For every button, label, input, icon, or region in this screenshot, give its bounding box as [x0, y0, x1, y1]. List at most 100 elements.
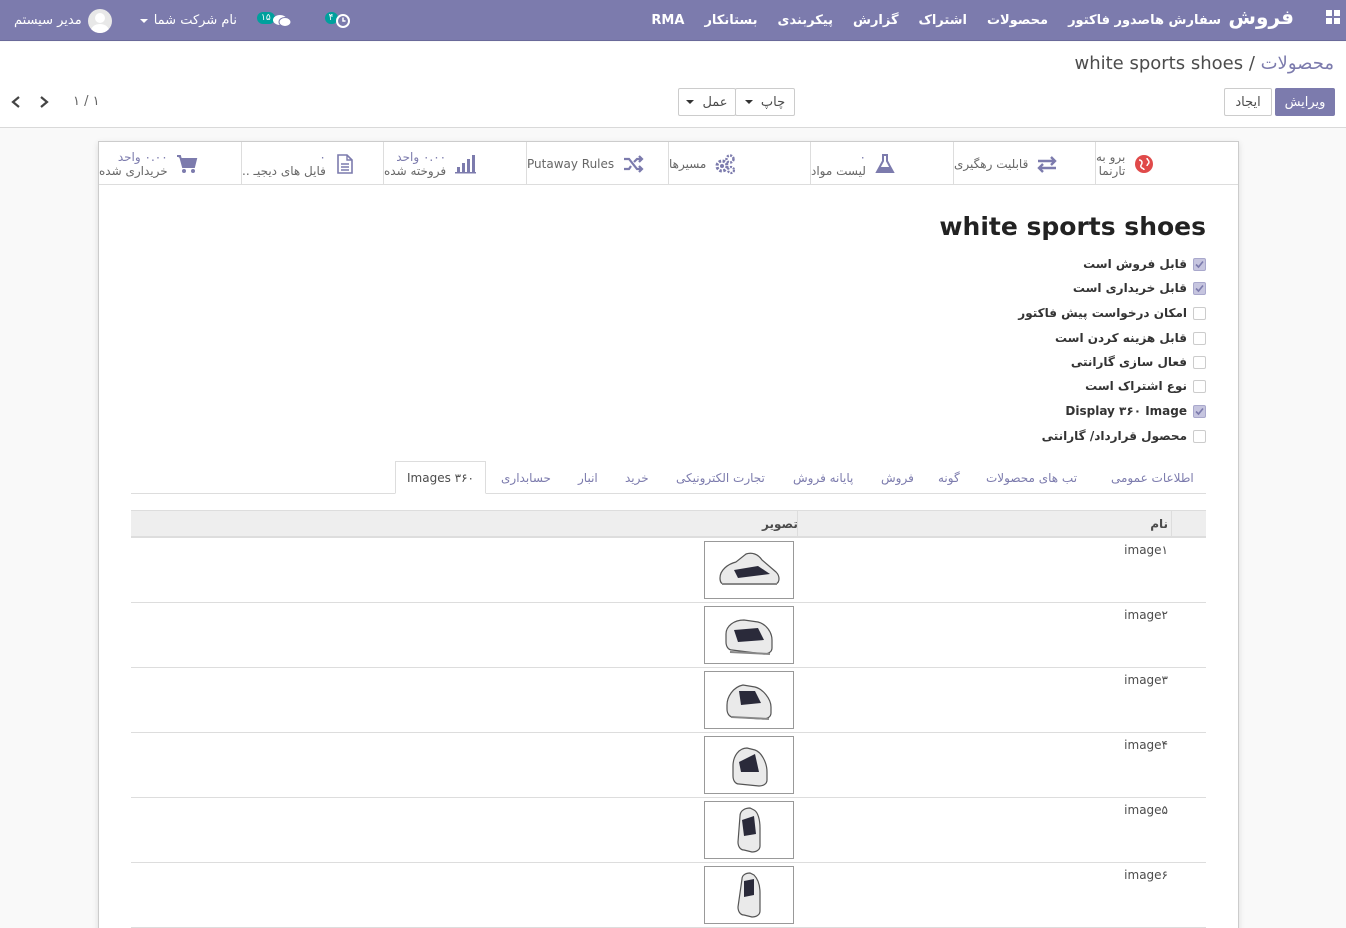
- routes-smart-button[interactable]: مسیرها: [668, 142, 810, 185]
- can-be-expensed-checkbox[interactable]: [1193, 331, 1206, 345]
- main-menu: سفارش ها صدور فاکتور محصولات اشتراک گزار…: [631, 0, 1221, 41]
- edit-button[interactable]: ویرایش: [1275, 88, 1335, 116]
- purchased-label: خریداری شده: [99, 163, 168, 178]
- breadcrumb-current: white sports shoes: [1074, 53, 1244, 74]
- activity-menu[interactable]: ۴: [324, 11, 350, 30]
- messaging-menu[interactable]: ۱۵: [256, 11, 291, 30]
- table-header: نام تصویر: [131, 510, 1206, 538]
- tab-images-360[interactable]: Images ۳۶۰: [395, 461, 486, 494]
- option-warranty-activation: فعال سازی گارانتی: [1071, 352, 1206, 372]
- display-360-image-label: Display ۳۶۰ Image: [1065, 404, 1187, 418]
- quotation-request-checkbox[interactable]: [1193, 306, 1206, 320]
- table-row[interactable]: image۴: [131, 733, 1206, 798]
- routes-label: مسیرها: [669, 156, 707, 171]
- contract-warranty-checkbox[interactable]: [1193, 429, 1206, 443]
- breadcrumb-products-link[interactable]: محصولات: [1261, 53, 1334, 74]
- row-name: image۵: [1124, 803, 1168, 817]
- breadcrumb: محصولات / white sports shoes: [1074, 53, 1334, 74]
- menu-rma[interactable]: RMA: [651, 13, 684, 28]
- print-label: چاپ: [760, 94, 786, 110]
- display-360-image-checkbox[interactable]: [1193, 404, 1206, 418]
- row-name: image۲: [1124, 608, 1168, 622]
- shoe-thumbnail: [704, 541, 794, 599]
- cart-icon: [176, 153, 198, 175]
- product-name[interactable]: white sports shoes: [939, 212, 1206, 241]
- can-be-expensed-label: قابل هزینه کردن است: [1054, 331, 1187, 345]
- shoe-thumbnail: [704, 866, 794, 924]
- table-row[interactable]: image۲: [131, 603, 1206, 668]
- digital-files-count: ۰: [319, 149, 326, 164]
- tab-point-of-sale[interactable]: پایانه فروش: [793, 461, 853, 494]
- cogs-icon: [714, 153, 736, 175]
- sale-ok-checkbox[interactable]: [1193, 257, 1206, 271]
- pager-previous-icon[interactable]: [9, 94, 23, 110]
- smart-button-box: برو به تارنما قابلیت رهگیری ۰ لیست مواد مس…: [99, 142, 1238, 185]
- option-subscription-type: نوع اشتراک است: [1085, 376, 1206, 396]
- bar-chart-icon: [454, 153, 477, 175]
- sold-value: ۰.۰۰ واحد: [396, 149, 447, 164]
- menu-orders[interactable]: سفارش ها: [1150, 13, 1221, 28]
- comments-icon: [272, 14, 291, 28]
- shoe-thumbnail: [704, 736, 794, 794]
- menu-credit[interactable]: بستانکار: [704, 13, 757, 28]
- tab-ecommerce[interactable]: تجارت الکترونیکی: [676, 461, 765, 494]
- menu-reporting[interactable]: گزارش: [853, 13, 899, 28]
- column-header-name[interactable]: نام: [1150, 517, 1168, 531]
- option-can-be-expensed: قابل هزینه کردن است: [1055, 328, 1206, 348]
- apps-menu-icon[interactable]: [1326, 10, 1340, 24]
- menu-invoicing[interactable]: صدور فاکتور: [1068, 13, 1150, 28]
- tab-product-tabs[interactable]: تب های محصولات: [986, 461, 1077, 494]
- purchased-smart-button[interactable]: ۰.۰۰ واحد خریداری شده: [99, 142, 241, 185]
- row-name: image۱: [1124, 543, 1168, 557]
- warranty-activation-checkbox[interactable]: [1193, 355, 1206, 369]
- tab-general-info[interactable]: اطلاعات عمومی: [1111, 461, 1194, 494]
- option-display-360-image: Display ۳۶۰ Image: [1065, 401, 1206, 421]
- table-row[interactable]: image۵: [131, 798, 1206, 863]
- random-icon: [622, 153, 644, 175]
- user-avatar[interactable]: [87, 8, 112, 33]
- tab-inventory[interactable]: انبار: [578, 461, 598, 494]
- subscription-type-checkbox[interactable]: [1193, 379, 1206, 393]
- column-divider: [797, 511, 798, 537]
- action-dropdown[interactable]: عمل: [678, 88, 736, 116]
- tab-variants[interactable]: گونه: [938, 461, 960, 494]
- website-smart-button[interactable]: برو به تارنما: [1095, 142, 1238, 185]
- chevron-down-icon: [139, 18, 148, 23]
- column-header-image[interactable]: تصویر: [762, 517, 798, 531]
- company-switcher[interactable]: نام شرکت شما: [139, 13, 237, 28]
- purchase-ok-checkbox[interactable]: [1193, 281, 1206, 295]
- option-purchase-ok: قابل خریداری است: [1073, 278, 1206, 298]
- print-dropdown[interactable]: چاپ: [735, 88, 795, 116]
- putaway-rules-smart-button[interactable]: Putaway Rules: [526, 142, 668, 185]
- table-row[interactable]: image۶: [131, 863, 1206, 928]
- digital-files-smart-button[interactable]: ۰ فایل های دیجیـ ..: [241, 142, 383, 185]
- contract-warranty-label: محصول قرارداد/ گارانتی: [1041, 429, 1187, 443]
- notebook-tabs: اطلاعات عمومی تب های محصولات گونه فروش پ…: [131, 461, 1206, 494]
- shoe-thumbnail: [704, 801, 794, 859]
- tab-sales[interactable]: فروش: [881, 461, 914, 494]
- clock-icon: [335, 13, 350, 28]
- pager-value[interactable]: ۱ / ۱: [73, 94, 100, 109]
- create-button[interactable]: ایجاد: [1224, 88, 1272, 116]
- images-table: نام تصویر image۱ image۲ image۳ image۴ im…: [131, 510, 1206, 928]
- menu-subscriptions[interactable]: اشتراک: [919, 13, 967, 28]
- table-row[interactable]: image۱: [131, 538, 1206, 603]
- menu-products[interactable]: محصولات: [987, 13, 1048, 28]
- menu-configuration[interactable]: پیکربندی: [778, 13, 833, 28]
- shoe-thumbnail: [704, 606, 794, 664]
- shoe-thumbnail: [704, 671, 794, 729]
- caret-down-icon: [686, 100, 695, 104]
- tab-purchase[interactable]: خرید: [625, 461, 649, 494]
- table-row[interactable]: image۳: [131, 668, 1206, 733]
- tab-accounting[interactable]: حسابداری: [501, 461, 551, 494]
- form-sheet: برو به تارنما قابلیت رهگیری ۰ لیست مواد مس…: [98, 141, 1239, 928]
- app-brand[interactable]: فروش: [1228, 5, 1294, 29]
- pager-next-icon[interactable]: [37, 94, 51, 110]
- sold-smart-button[interactable]: ۰.۰۰ واحد فروخته شده: [383, 142, 526, 185]
- bom-smart-button[interactable]: ۰ لیست مواد: [810, 142, 953, 185]
- sale-ok-label: قابل فروش است: [1083, 257, 1187, 271]
- breadcrumb-separator: /: [1243, 53, 1261, 74]
- traceability-smart-button[interactable]: قابلیت رهگیری: [953, 142, 1095, 185]
- row-name: image۴: [1124, 738, 1168, 752]
- user-name[interactable]: مدیر سیستم: [14, 13, 82, 28]
